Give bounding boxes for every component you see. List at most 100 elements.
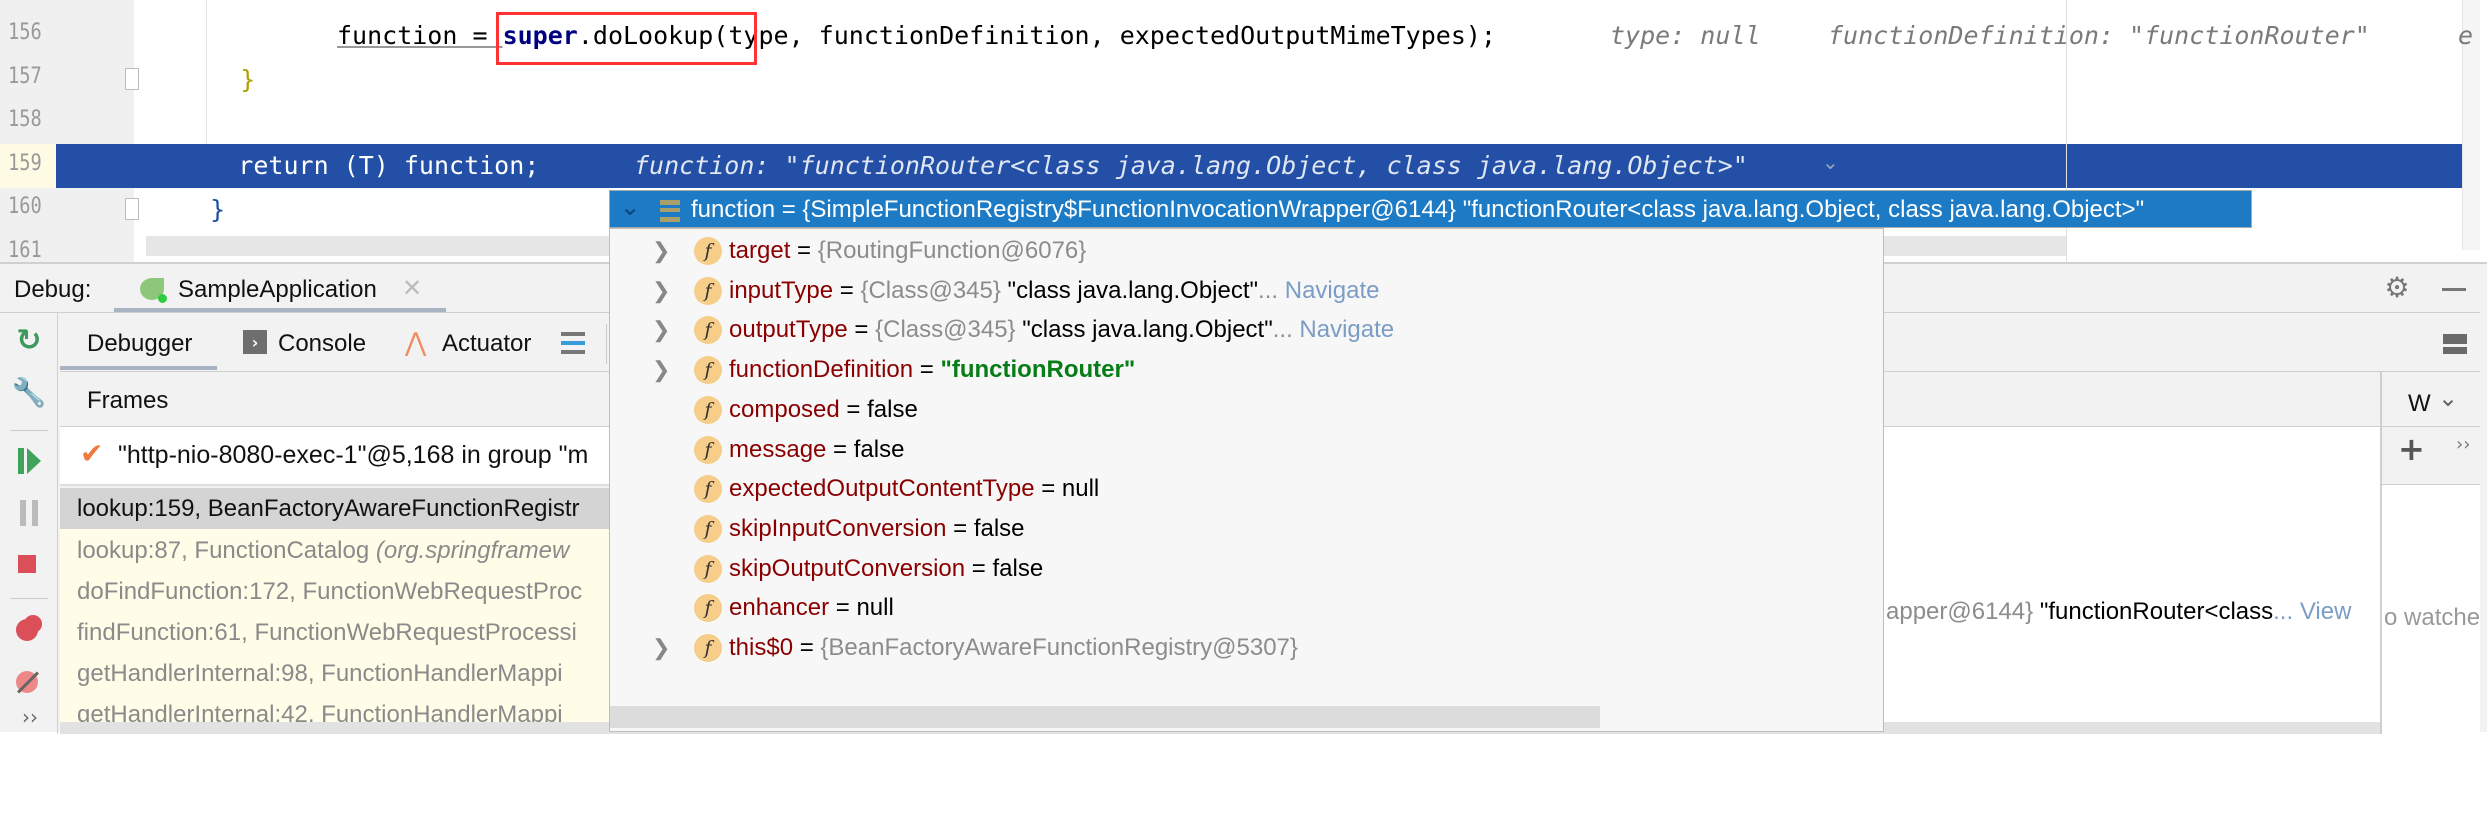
- more-icon[interactable]: ››: [22, 705, 38, 729]
- watches-header: W: [2408, 390, 2431, 417]
- close-icon[interactable]: ✕: [402, 274, 422, 302]
- field-icon: f: [694, 514, 722, 543]
- field-name: skipInputConversion: [729, 514, 947, 542]
- variable-string: "functionRouter<class: [2033, 598, 2274, 625]
- fold-marker[interactable]: [125, 198, 139, 220]
- field-row[interactable]: ❯ f this$0 = {BeanFactoryAwareFunctionRegi…: [610, 628, 1880, 668]
- code-line-157[interactable]: }: [180, 58, 255, 101]
- field-row[interactable]: ❯ f target = {RoutingFunction@6076}: [610, 231, 1880, 271]
- popup-root-label: function = {SimpleFunctionRegistry$Funct…: [691, 196, 2145, 223]
- field-string: "class java.lang.Object": [1015, 316, 1273, 344]
- frame-item[interactable]: lookup:159, BeanFactoryAwareFunctionRegi…: [60, 488, 620, 529]
- gear-icon[interactable]: ⚙: [2382, 271, 2412, 304]
- field-icon: f: [694, 554, 722, 583]
- chevron-right-icon[interactable]: ❯: [652, 271, 670, 311]
- tab-label: Debugger: [87, 330, 193, 357]
- resume-icon-arrow: [27, 448, 41, 474]
- field-icon: f: [694, 594, 722, 623]
- field-value: false: [867, 395, 918, 423]
- fold-marker[interactable]: [125, 68, 139, 90]
- chevron-right-icon[interactable]: ❯: [652, 231, 670, 271]
- field-row[interactable]: f skipOutputConversion = false: [610, 549, 1880, 589]
- add-watch-icon[interactable]: +: [2398, 430, 2425, 468]
- field-icon: f: [694, 435, 722, 464]
- inline-hint: functionDefinition: "functionRouter": [1828, 21, 2370, 50]
- chevron-right-icon[interactable]: ❯: [652, 350, 670, 390]
- layout-settings-icon[interactable]: [2443, 334, 2467, 354]
- frame-package: (org.springframew: [375, 537, 570, 564]
- view-breakpoints-icon[interactable]: [16, 619, 38, 641]
- mute-breakpoints-icon[interactable]: [16, 671, 39, 694]
- chevron-down-icon[interactable]: ⌄: [620, 193, 640, 221]
- tab-debugger[interactable]: Debugger: [60, 316, 217, 370]
- frame-item[interactable]: findFunction:61, FunctionWebRequestProce…: [60, 612, 620, 653]
- divider: [2382, 426, 2480, 427]
- stop-icon[interactable]: [18, 555, 36, 573]
- actuator-icon: ⋀: [405, 328, 427, 358]
- rerun-icon[interactable]: ↻: [12, 323, 46, 358]
- field-name: functionDefinition: [729, 356, 914, 384]
- variable-row[interactable]: apper@6144} "functionRouter<class... Vie…: [1886, 592, 2351, 632]
- tab-actuator[interactable]: ⋀ Actuator: [403, 316, 553, 370]
- chevron-right-icon[interactable]: ❯: [652, 310, 670, 350]
- field-row[interactable]: ❯ f outputType = {Class@345} "class java.l…: [610, 310, 1880, 350]
- field-value: false: [853, 435, 905, 463]
- code-line-160[interactable]: }: [180, 188, 225, 231]
- code-line-159[interactable]: return (T) function;: [148, 144, 539, 188]
- watches-list: [2382, 484, 2480, 834]
- tab-console[interactable]: › Console: [240, 316, 380, 370]
- menu-icon[interactable]: [561, 332, 585, 354]
- field-icon: f: [694, 634, 722, 662]
- divider: [10, 598, 48, 599]
- more-icon[interactable]: ››: [2456, 434, 2470, 455]
- field-name: enhancer: [729, 594, 830, 622]
- line-number: 159: [8, 151, 42, 176]
- debug-label: Debug:: [14, 276, 92, 303]
- code-token: function =: [337, 21, 503, 50]
- minimize-icon[interactable]: [2442, 288, 2466, 291]
- ellipsis: ...: [1272, 316, 1293, 344]
- running-indicator-icon: [158, 294, 167, 303]
- field-name: outputType: [729, 316, 848, 344]
- field-row[interactable]: f composed = false: [610, 390, 1880, 430]
- field-name: inputType: [729, 276, 834, 304]
- field-value: {RoutingFunction@6076}: [817, 237, 1087, 264]
- field-value: {Class@345}: [875, 316, 1016, 344]
- inline-hint: function: "functionRouter<class java.lan…: [634, 151, 1748, 180]
- frame-item[interactable]: lookup:87, FunctionCatalog (org.springfr…: [60, 530, 620, 571]
- popup-horizontal-scrollbar[interactable]: [610, 706, 1600, 728]
- active-tab-underline: [60, 366, 217, 370]
- field-name: target: [729, 237, 791, 264]
- field-row[interactable]: ❯ f functionDefinition = "functionRouter": [610, 350, 1880, 390]
- resume-icon[interactable]: [18, 448, 24, 474]
- field-icon: f: [694, 276, 722, 305]
- field-value: null: [1061, 475, 1100, 503]
- check-icon: ✔: [80, 437, 104, 470]
- thread-selector[interactable]: ✔ "http-nio-8080-exec-1"@5,168 in group …: [60, 427, 620, 486]
- popup-root-row[interactable]: ⌄ function = {SimpleFunctionRegistry$Fun…: [609, 190, 2252, 228]
- field-row[interactable]: f message = false: [610, 430, 1880, 470]
- pause-icon[interactable]: [20, 500, 26, 526]
- inline-hint: type: null: [1610, 21, 1761, 50]
- field-value: false: [973, 514, 1025, 542]
- view-link[interactable]: ... View: [2273, 598, 2351, 625]
- ellipsis: ...: [1258, 276, 1279, 304]
- debug-left-toolbar: ↻ 🔧 ››: [0, 313, 58, 734]
- console-icon: ›: [243, 330, 267, 354]
- field-row[interactable]: f skipInputConversion = false: [610, 509, 1880, 549]
- navigate-link[interactable]: Navigate: [1299, 316, 1394, 343]
- navigate-link[interactable]: Navigate: [1285, 277, 1380, 304]
- chevron-down-icon[interactable]: ⌄: [2438, 384, 2458, 412]
- frame-item[interactable]: doFindFunction:172, FunctionWebRequestPr…: [60, 571, 620, 612]
- line-number: 156: [8, 20, 42, 45]
- chevron-down-icon[interactable]: ⌄: [1822, 150, 1839, 174]
- chevron-right-icon[interactable]: ❯: [652, 628, 670, 668]
- field-row[interactable]: f expectedOutputContentType = null: [610, 469, 1880, 509]
- field-row[interactable]: ❯ f inputType = {Class@345} "class java.la…: [610, 271, 1880, 311]
- frame-item[interactable]: getHandlerInternal:98, FunctionHandlerMa…: [60, 653, 620, 694]
- field-row[interactable]: f enhancer = null: [610, 588, 1880, 628]
- annotation-highlight-box: [496, 12, 757, 65]
- wrench-icon[interactable]: 🔧: [12, 375, 47, 409]
- session-tab[interactable]: SampleApplication ✕: [114, 264, 446, 313]
- line-number: 158: [8, 107, 42, 132]
